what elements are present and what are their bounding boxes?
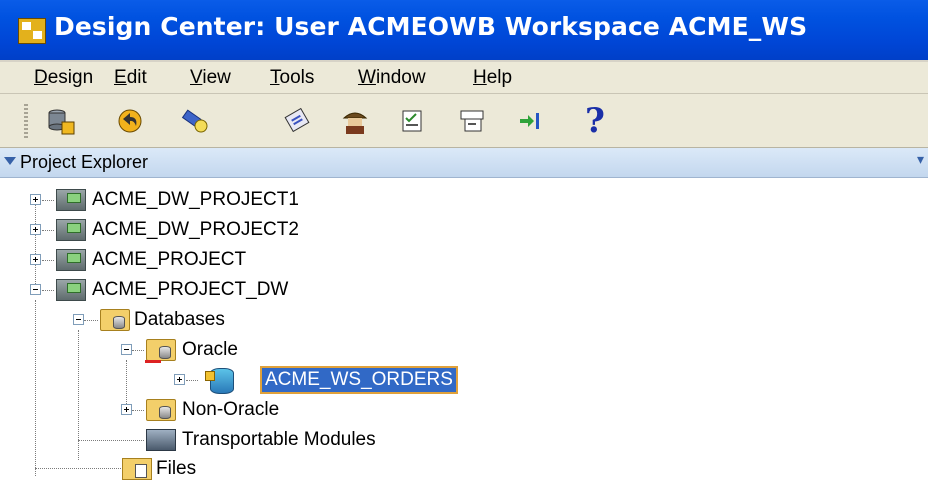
tree-connector (42, 260, 54, 261)
tree-connector (35, 468, 121, 469)
databases-folder-icon (100, 309, 130, 331)
tree-connector (186, 380, 198, 381)
tree-node-files[interactable]: Files (156, 457, 196, 481)
window-title: Design Center: User ACMEOWB Workspace AC… (54, 12, 808, 41)
tree-node-non-oracle[interactable]: Non-Oracle (182, 398, 279, 422)
title-bar: Design Center: User ACMEOWB Workspace AC… (0, 0, 928, 62)
collapse-icon[interactable] (30, 284, 41, 295)
oracle-folder-icon (145, 339, 176, 363)
oracle-module-icon (205, 368, 234, 394)
tree-connector (132, 350, 144, 351)
expand-icon[interactable] (174, 374, 185, 385)
deploy-agent-icon[interactable] (338, 104, 372, 138)
expand-icon[interactable] (30, 194, 41, 205)
expand-icon[interactable] (30, 224, 41, 235)
tree-connector (132, 410, 144, 411)
tree-connector (42, 200, 54, 201)
tree-connector (126, 360, 127, 410)
menu-view[interactable]: View (190, 67, 231, 89)
toolbar: ? (0, 94, 928, 148)
design-center-app-icon (18, 18, 46, 44)
tree-connector (35, 300, 36, 476)
menu-tools-rest: ools (279, 67, 315, 88)
project-tree: ACME_DW_PROJECT1 ACME_DW_PROJECT2 ACME_P… (0, 178, 928, 480)
tree-connector (42, 230, 54, 231)
menu-edit[interactable]: Edit (114, 67, 147, 89)
menu-design[interactable]: Design (34, 67, 93, 89)
expand-icon[interactable] (30, 254, 41, 265)
collapse-icon[interactable] (73, 314, 84, 325)
tree-node-transportable-modules[interactable]: Transportable Modules (182, 428, 376, 452)
tree-node-acme-dw-project1[interactable]: ACME_DW_PROJECT1 (92, 188, 299, 212)
tree-node-oracle[interactable]: Oracle (182, 338, 238, 362)
collapse-icon[interactable] (121, 344, 132, 355)
tree-node-acme-project-dw[interactable]: ACME_PROJECT_DW (92, 278, 288, 302)
help-icon[interactable]: ? (578, 104, 612, 138)
menu-design-rest: esign (47, 67, 94, 88)
project-icon (56, 249, 86, 271)
project-icon (56, 189, 86, 211)
undo-icon[interactable] (112, 104, 146, 138)
panel-menu-icon[interactable]: ▾ (917, 151, 924, 168)
validate-icon[interactable] (280, 104, 314, 138)
project-icon (56, 279, 86, 301)
menu-help-rest: elp (486, 67, 513, 88)
menu-edit-rest: dit (126, 67, 147, 88)
files-folder-icon (122, 458, 152, 480)
tree-node-acme-project[interactable]: ACME_PROJECT (92, 248, 246, 272)
tree-connector (42, 290, 54, 291)
tree-connector (35, 200, 36, 292)
non-oracle-folder-icon (146, 399, 176, 421)
project-explorer-header[interactable]: Project Explorer ▾ (0, 148, 928, 178)
transportable-modules-icon (146, 429, 176, 451)
menu-view-rest: iew (202, 67, 231, 88)
tree-node-databases[interactable]: Databases (134, 308, 225, 332)
tree-connector (84, 320, 98, 321)
menu-window[interactable]: Window (358, 67, 426, 89)
database-save-icon[interactable] (44, 104, 78, 138)
properties-icon[interactable] (455, 104, 489, 138)
tree-connector (78, 440, 144, 441)
toolbar-grip[interactable] (24, 104, 28, 138)
tree-node-acme-dw-project2[interactable]: ACME_DW_PROJECT2 (92, 218, 299, 242)
menu-window-rest: indow (375, 67, 426, 88)
menu-tools[interactable]: Tools (270, 67, 314, 89)
goto-icon[interactable] (512, 104, 546, 138)
object-editor-icon[interactable] (396, 104, 430, 138)
panel-title: Project Explorer (20, 152, 149, 172)
project-icon (56, 219, 86, 241)
flashlight-search-icon[interactable] (178, 104, 212, 138)
menu-help[interactable]: Help (473, 67, 512, 89)
tree-node-acme-ws-orders[interactable]: ACME_WS_ORDERS (260, 366, 458, 394)
expand-icon[interactable] (121, 404, 132, 415)
menu-bar: Design Edit View Tools Window Help (0, 62, 928, 94)
collapse-panel-icon[interactable] (4, 157, 16, 165)
